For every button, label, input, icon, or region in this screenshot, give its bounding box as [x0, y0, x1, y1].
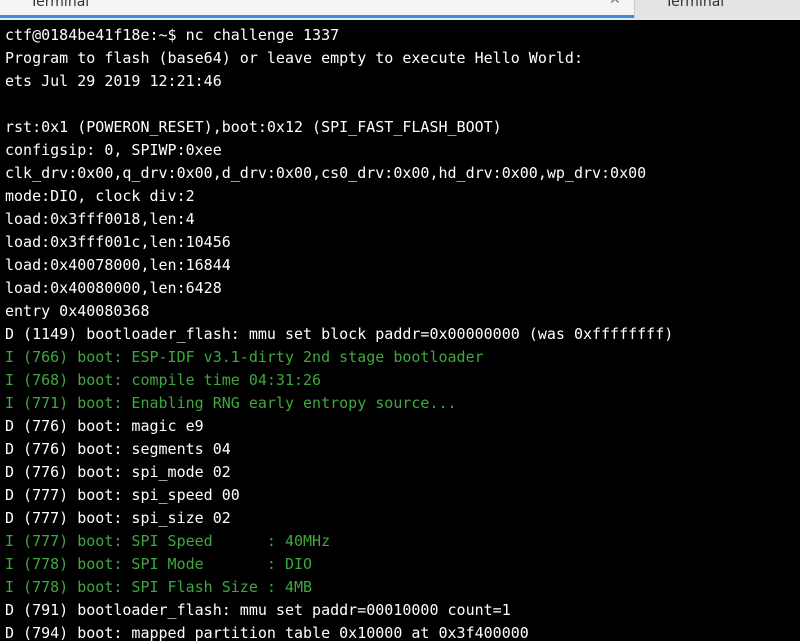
terminal-line: D (1149) bootloader_flash: mmu set block… — [5, 325, 674, 343]
tab-label: Terminal — [30, 0, 90, 10]
terminal-line: rst:0x1 (POWERON_RESET),boot:0x12 (SPI_F… — [5, 118, 502, 136]
terminal-line: D (791) bootloader_flash: mmu set paddr=… — [5, 601, 511, 619]
tab-terminal-1[interactable]: Terminal ✕ — [0, 0, 634, 18]
terminal-line: D (776) boot: magic e9 — [5, 417, 204, 435]
terminal-line: D (776) boot: spi_mode 02 — [5, 463, 231, 481]
tab-label: Terminal — [665, 0, 725, 10]
terminal-line: D (777) boot: spi_size 02 — [5, 509, 231, 527]
tab-bar: Terminal ✕ Terminal — [0, 0, 800, 20]
terminal-line: entry 0x40080368 — [5, 302, 150, 320]
terminal-line: clk_drv:0x00,q_drv:0x00,d_drv:0x00,cs0_d… — [5, 164, 647, 182]
terminal-line: Program to flash (base64) or leave empty… — [5, 49, 583, 67]
terminal-line: I (778) boot: SPI Flash Size : 4MB — [5, 578, 313, 596]
tab-terminal-2[interactable]: Terminal — [634, 0, 800, 18]
terminal-line: D (794) boot: mapped partition table 0x1… — [5, 624, 529, 641]
terminal-line: mode:DIO, clock div:2 — [5, 187, 195, 205]
terminal-line: ctf@0184be41f18e:~$ nc challenge 1337 — [5, 26, 340, 44]
terminal-line: configsip: 0, SPIWP:0xee — [5, 141, 222, 159]
terminal-line: load:0x40080000,len:6428 — [5, 279, 222, 297]
terminal-line: I (771) boot: Enabling RNG early entropy… — [5, 394, 457, 412]
terminal-line: ets Jul 29 2019 12:21:46 — [5, 72, 222, 90]
terminal-line: I (778) boot: SPI Mode : DIO — [5, 555, 313, 573]
close-icon[interactable]: ✕ — [609, 0, 621, 7]
terminal-line: load:0x3fff0018,len:4 — [5, 210, 195, 228]
terminal-line: I (768) boot: compile time 04:31:26 — [5, 371, 322, 389]
terminal-line: D (776) boot: segments 04 — [5, 440, 231, 458]
terminal-line: load:0x40078000,len:16844 — [5, 256, 231, 274]
terminal-output[interactable]: ctf@0184be41f18e:~$ nc challenge 1337 Pro… — [0, 24, 800, 641]
terminal-line: I (766) boot: ESP-IDF v3.1-dirty 2nd sta… — [5, 348, 484, 366]
terminal-line: I (777) boot: SPI Speed : 40MHz — [5, 532, 331, 550]
terminal-line: D (777) boot: spi_speed 00 — [5, 486, 240, 504]
terminal-line: load:0x3fff001c,len:10456 — [5, 233, 231, 251]
